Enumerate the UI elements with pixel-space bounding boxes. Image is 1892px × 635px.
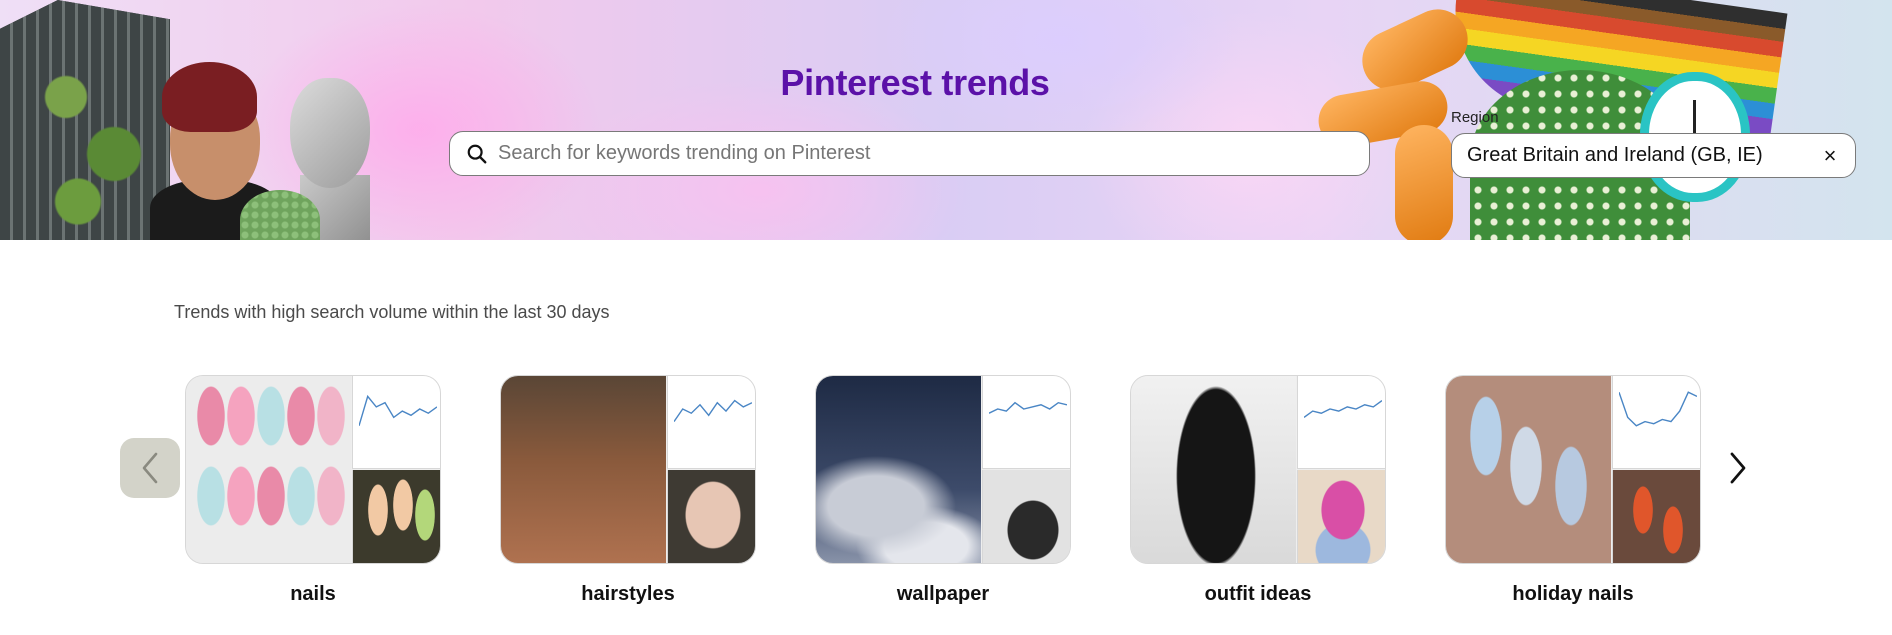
trend-card-holiday-nails[interactable]: holiday nails [1445, 375, 1701, 606]
clear-icon[interactable]: × [1819, 143, 1841, 169]
trend-label[interactable]: hairstyles [500, 583, 756, 606]
search-box[interactable] [449, 131, 1370, 176]
trend-side-image [982, 470, 1070, 563]
sparkline-series [1304, 400, 1382, 418]
trend-side-image [1297, 470, 1385, 563]
sparkline-chart [1619, 391, 1697, 427]
sparkline-chart [359, 394, 437, 426]
trend-label[interactable]: nails [185, 583, 441, 606]
trend-main-image [816, 376, 981, 563]
search-icon [467, 144, 487, 163]
trend-label[interactable]: outfit ideas [1130, 583, 1386, 606]
trend-card-image[interactable] [500, 375, 756, 564]
trend-card-image[interactable] [1445, 375, 1701, 564]
trend-label[interactable]: wallpaper [815, 583, 1071, 606]
sparkline-chart [674, 399, 752, 422]
sparkline-chart [989, 401, 1067, 414]
trend-card-hairstyles[interactable]: hairstyles [500, 375, 756, 606]
trend-card-nails[interactable]: nails [185, 375, 441, 606]
hero-banner: Pinterest trends Region Great Britain an… [0, 0, 1892, 240]
sparkline-series [674, 399, 752, 422]
trend-main-image [501, 376, 666, 563]
trend-main-image [1446, 376, 1611, 563]
trend-main-image [186, 376, 351, 563]
trend-card-outfit-ideas[interactable]: outfit ideas [1130, 375, 1386, 606]
trend-side-image [1612, 470, 1700, 563]
trend-sparkline [352, 376, 440, 469]
trend-main-image [1131, 376, 1296, 563]
trend-card-image[interactable] [1130, 375, 1386, 564]
sparkline-series [359, 394, 437, 426]
trend-label[interactable]: holiday nails [1445, 583, 1701, 606]
page-title: Pinterest trends [780, 62, 1050, 103]
sparkline-series [989, 401, 1067, 414]
sparkline-chart [1304, 400, 1382, 418]
region-select[interactable]: Great Britain and Ireland (GB, IE) × [1451, 133, 1856, 178]
trend-side-image [352, 470, 440, 563]
trend-sparkline [667, 376, 755, 469]
balloon-dog-image [1395, 125, 1453, 240]
trend-card-image[interactable] [185, 375, 441, 564]
trend-side-image [667, 470, 755, 563]
trend-sparkline [982, 376, 1070, 469]
carousel-prev-button[interactable] [120, 438, 180, 498]
sparkline-series [1619, 391, 1697, 427]
chevron-left-icon [142, 452, 158, 484]
trends-subtitle: Trends with high search volume within th… [174, 302, 610, 322]
trend-sparkline [1297, 376, 1385, 469]
trend-card-wallpaper[interactable]: wallpaper [815, 375, 1071, 606]
trend-card-image[interactable] [815, 375, 1071, 564]
carousel-next-button[interactable] [1720, 438, 1756, 498]
region-value: Great Britain and Ireland (GB, IE) [1467, 144, 1763, 166]
region-label: Region [1451, 109, 1499, 126]
search-input[interactable] [498, 133, 1369, 174]
chevron-right-icon [1730, 452, 1746, 484]
trend-sparkline [1612, 376, 1700, 469]
